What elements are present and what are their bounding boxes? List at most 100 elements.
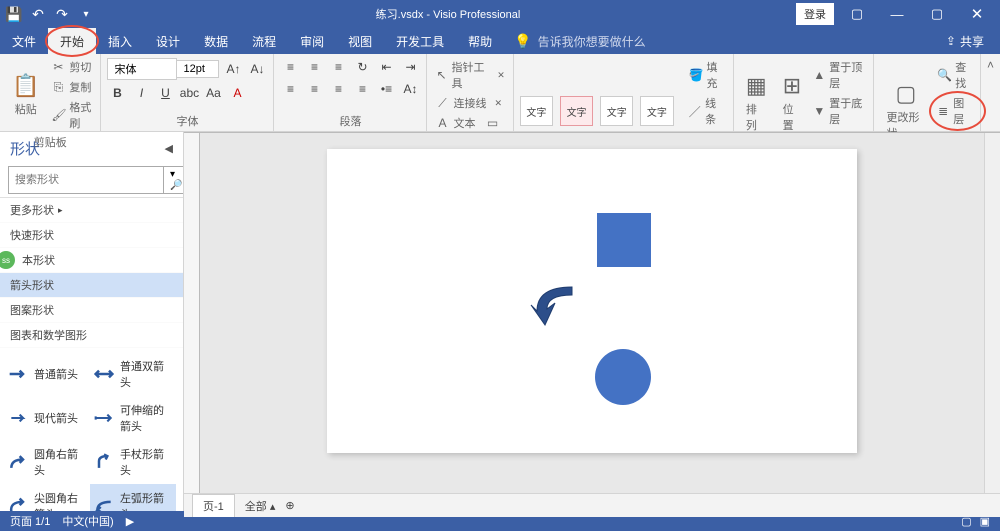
shape-style-4[interactable]: 文字 <box>640 96 673 126</box>
shape-item[interactable]: 普通双箭头 <box>90 352 176 396</box>
menu-view[interactable]: 视图 <box>336 28 384 54</box>
increase-font-icon[interactable]: A↑ <box>223 60 243 78</box>
format-painter-button[interactable]: 🖌格式刷 <box>49 98 94 132</box>
orientation-icon[interactable]: ↻ <box>352 58 372 76</box>
all-pages-button[interactable]: 全部 ▴ <box>245 498 276 514</box>
shape-item[interactable]: 手杖形箭头 <box>90 440 176 484</box>
menu-process[interactable]: 流程 <box>240 28 288 54</box>
menu-review[interactable]: 审阅 <box>288 28 336 54</box>
fill-icon: 🪣 <box>689 68 703 82</box>
change-shape-icon: ▢ <box>895 81 916 107</box>
drawing-page[interactable] <box>327 149 857 453</box>
connector-tool-button[interactable]: ⟋连接线✕ <box>433 94 506 112</box>
align-right-icon[interactable]: ≡ <box>328 80 348 98</box>
shape-item[interactable]: 尖圆角右箭头 <box>4 484 90 511</box>
canvas-scroll[interactable] <box>200 133 984 493</box>
font-size-combo[interactable]: 12pt <box>177 60 219 78</box>
macro-icon[interactable]: ▶ <box>126 515 134 528</box>
font-color-button[interactable]: A <box>227 84 247 102</box>
text-tool-button[interactable]: A文本▭ <box>433 114 506 132</box>
pointer-tool-button[interactable]: ↖指针工具✕ <box>433 58 506 92</box>
find-button[interactable]: 🔍查找 <box>935 58 974 92</box>
shape-style-1[interactable]: 文字 <box>520 96 553 126</box>
align-center-icon[interactable]: ≡ <box>304 80 324 98</box>
shape-item[interactable]: 圆角右箭头 <box>4 440 90 484</box>
minimize-icon[interactable]: — <box>880 0 914 28</box>
language-indicator: 中文(中国) <box>62 513 113 529</box>
position-button[interactable]: ⊞位置 <box>777 71 808 135</box>
menu-design[interactable]: 设计 <box>144 28 192 54</box>
scrollbar-vertical[interactable] <box>984 133 1000 493</box>
collapse-shapes-icon[interactable]: ◀ <box>165 142 173 155</box>
indent-inc-icon[interactable]: ⇥ <box>400 58 420 76</box>
front-icon: ▲ <box>813 68 825 82</box>
stencil-arrows[interactable]: 箭头形状 <box>0 273 183 298</box>
fill-button[interactable]: 🪣填充 <box>687 58 727 92</box>
clipboard-group-label: 剪贴板 <box>6 132 94 150</box>
tell-me-search[interactable]: 💡 告诉我你想要做什么 <box>504 28 655 54</box>
align-middle-icon[interactable]: ≡ <box>304 58 324 76</box>
shape-style-2[interactable]: 文字 <box>560 96 593 126</box>
add-page-button[interactable]: ⊕ <box>285 499 294 512</box>
shape-item[interactable]: 现代箭头 <box>4 396 90 440</box>
menu-home[interactable]: 开始 <box>48 28 96 54</box>
shape-left-arc-arrow[interactable] <box>527 281 577 329</box>
left-arc-arrow-icon <box>94 497 114 511</box>
stencil-more-shapes[interactable]: 更多形状 ▸ <box>0 198 183 223</box>
send-back-button[interactable]: ▼置于底层 <box>811 94 867 128</box>
align-left-icon[interactable]: ≡ <box>280 80 300 98</box>
italic-button[interactable]: I <box>131 84 151 102</box>
login-button[interactable]: 登录 <box>796 3 834 25</box>
line-button[interactable]: ／线条 <box>687 94 727 128</box>
shape-style-3[interactable]: 文字 <box>600 96 633 126</box>
decrease-font-icon[interactable]: A↓ <box>247 60 267 78</box>
indent-dec-icon[interactable]: ⇤ <box>376 58 396 76</box>
align-top-icon[interactable]: ≡ <box>280 58 300 76</box>
font-name-combo[interactable]: 宋体 <box>107 58 177 80</box>
shape-item-selected[interactable]: 左弧形箭头 <box>90 484 176 511</box>
double-arrow-icon <box>94 365 114 383</box>
bring-front-button[interactable]: ▲置于顶层 <box>811 58 867 92</box>
arrange-button[interactable]: ▦排列 <box>740 71 773 135</box>
casechange-button[interactable]: Aa <box>203 84 223 102</box>
align-bottom-icon[interactable]: ≡ <box>328 58 348 76</box>
cut-button[interactable]: ✂剪切 <box>49 58 94 76</box>
strike-button[interactable]: abc <box>179 84 199 102</box>
paragraph-group-label: 段落 <box>280 111 420 129</box>
ribbon-group-arrange: ▦排列 ⊞位置 ▲置于顶层 ▼置于底层 ⊡组合 排列 <box>734 54 875 131</box>
qat-more-icon[interactable]: ▾ <box>78 8 94 20</box>
menu-developer[interactable]: 开发工具 <box>384 28 456 54</box>
shapes-panel: 形状 ◀ ▾ 🔎 更多形状 ▸ 快速形状 ss 本形状 箭头形状 图案形状 图表… <box>0 132 184 511</box>
shape-square[interactable] <box>597 213 651 267</box>
bullets-icon[interactable]: •≡ <box>376 80 396 98</box>
paste-button[interactable]: 📋 粘贴 <box>6 71 45 119</box>
close-icon[interactable]: ✕ <box>960 0 994 28</box>
stencil-quick[interactable]: 快速形状 <box>0 223 183 248</box>
undo-icon[interactable]: ↶ <box>30 8 46 20</box>
shape-item[interactable]: 普通箭头 <box>4 352 90 396</box>
underline-button[interactable]: U <box>155 84 175 102</box>
menu-data[interactable]: 数据 <box>192 28 240 54</box>
stencil-charts[interactable]: 图表和数学图形 <box>0 323 183 348</box>
menu-help[interactable]: 帮助 <box>456 28 504 54</box>
bold-button[interactable]: B <box>107 84 127 102</box>
shape-circle[interactable] <box>595 349 651 405</box>
stencil-patterns[interactable]: 图案形状 <box>0 298 183 323</box>
save-icon[interactable]: 💾 <box>6 8 22 20</box>
shape-item[interactable]: 可伸缩的箭头 <box>90 396 176 440</box>
menu-file[interactable]: 文件 <box>0 28 48 54</box>
page-tab-1[interactable]: 页-1 <box>192 494 235 517</box>
maximize-icon[interactable]: ▢ <box>920 0 954 28</box>
share-button[interactable]: ⇪ 共享 <box>930 28 1000 54</box>
copy-button[interactable]: ⎘复制 <box>49 78 94 96</box>
layers-button[interactable]: ≣图层 <box>935 94 974 128</box>
menu-insert[interactable]: 插入 <box>96 28 144 54</box>
redo-icon[interactable]: ↷ <box>54 8 70 20</box>
spacing-icon[interactable]: A↕ <box>400 80 420 98</box>
ribbon-display-icon[interactable]: ▢ <box>840 0 874 28</box>
stencil-basic[interactable]: ss 本形状 <box>0 248 183 273</box>
collapse-ribbon-icon[interactable]: ˄ <box>981 54 1000 131</box>
search-dropdown-button[interactable]: ▾ 🔎 <box>164 166 184 194</box>
shapes-search-input[interactable] <box>8 166 164 194</box>
justify-icon[interactable]: ≡ <box>352 80 372 98</box>
